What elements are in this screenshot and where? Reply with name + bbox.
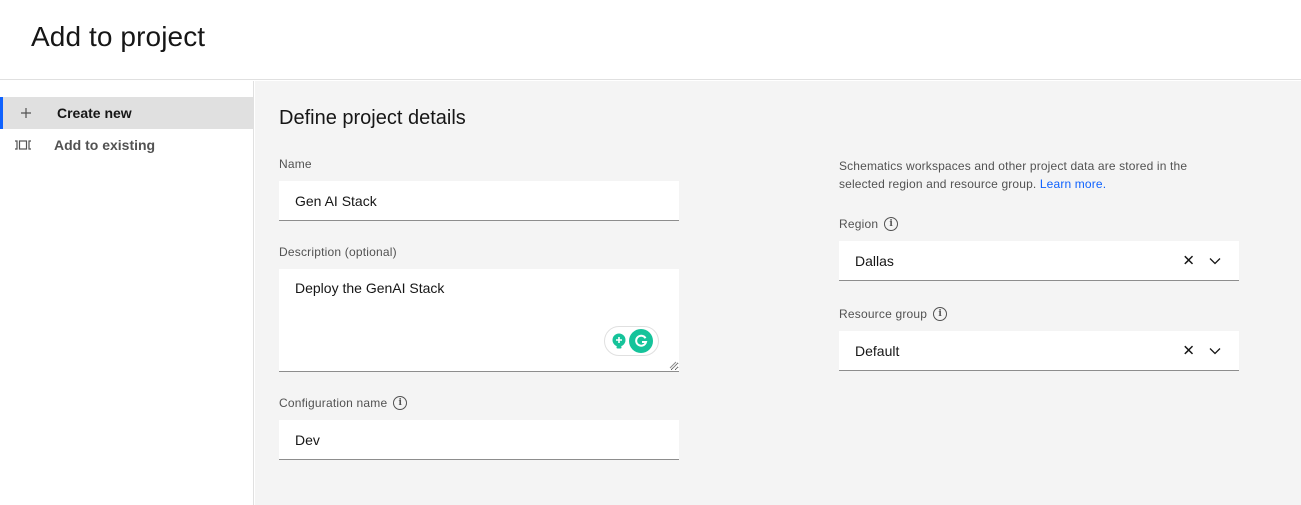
grammarly-widget[interactable] (604, 326, 659, 356)
description-field[interactable] (279, 269, 679, 372)
main-panel: Define project details Name Description … (255, 81, 1301, 505)
name-label: Name (279, 157, 312, 171)
name-field[interactable] (279, 181, 679, 221)
info-icon[interactable]: i (393, 396, 408, 410)
helper-text: Schematics workspaces and other project … (839, 159, 1188, 191)
region-helper-text: Schematics workspaces and other project … (839, 157, 1209, 193)
region-select[interactable]: Dallas ✕ (839, 241, 1239, 281)
resource-group-label: Resource group i (839, 307, 948, 321)
resize-handle-icon[interactable] (669, 361, 677, 369)
resource-group-select[interactable]: Default ✕ (839, 331, 1239, 371)
configuration-label-text: Configuration name (279, 396, 388, 410)
sidebar-item-add-to-existing[interactable]: Add to existing (0, 129, 254, 161)
chevron-down-icon[interactable] (1209, 347, 1221, 355)
info-icon[interactable]: i (933, 307, 948, 321)
add-existing-icon (14, 136, 32, 154)
clear-icon[interactable]: ✕ (1182, 253, 1195, 268)
region-value: Dallas (855, 252, 894, 269)
page-title: Add to project (31, 21, 206, 52)
info-icon[interactable]: i (884, 217, 899, 231)
plus-icon (17, 104, 35, 122)
name-label-text: Name (279, 157, 312, 171)
learn-more-link[interactable]: Learn more. (1040, 177, 1106, 191)
sidebar: Create new Add to existing (0, 81, 254, 505)
region-label: Region i (839, 217, 899, 231)
configuration-field[interactable] (279, 420, 679, 460)
description-label-text: Description (optional) (279, 245, 397, 259)
region-label-text: Region (839, 217, 879, 231)
clear-icon[interactable]: ✕ (1182, 343, 1195, 358)
resource-group-label-text: Resource group (839, 307, 928, 321)
lightbulb-icon[interactable] (610, 332, 628, 350)
sidebar-item-label: Create new (57, 105, 132, 121)
page-header: Add to project (0, 0, 1301, 80)
section-title: Define project details (279, 107, 466, 129)
configuration-label: Configuration name i (279, 396, 408, 410)
resource-group-value: Default (855, 342, 900, 359)
name-input[interactable] (279, 181, 679, 220)
sidebar-item-label: Add to existing (54, 137, 156, 153)
configuration-input[interactable] (279, 420, 679, 459)
sidebar-item-create-new[interactable]: Create new (0, 97, 254, 129)
description-label: Description (optional) (279, 245, 397, 259)
chevron-down-icon[interactable] (1209, 257, 1221, 265)
grammarly-logo-icon[interactable] (629, 329, 654, 353)
